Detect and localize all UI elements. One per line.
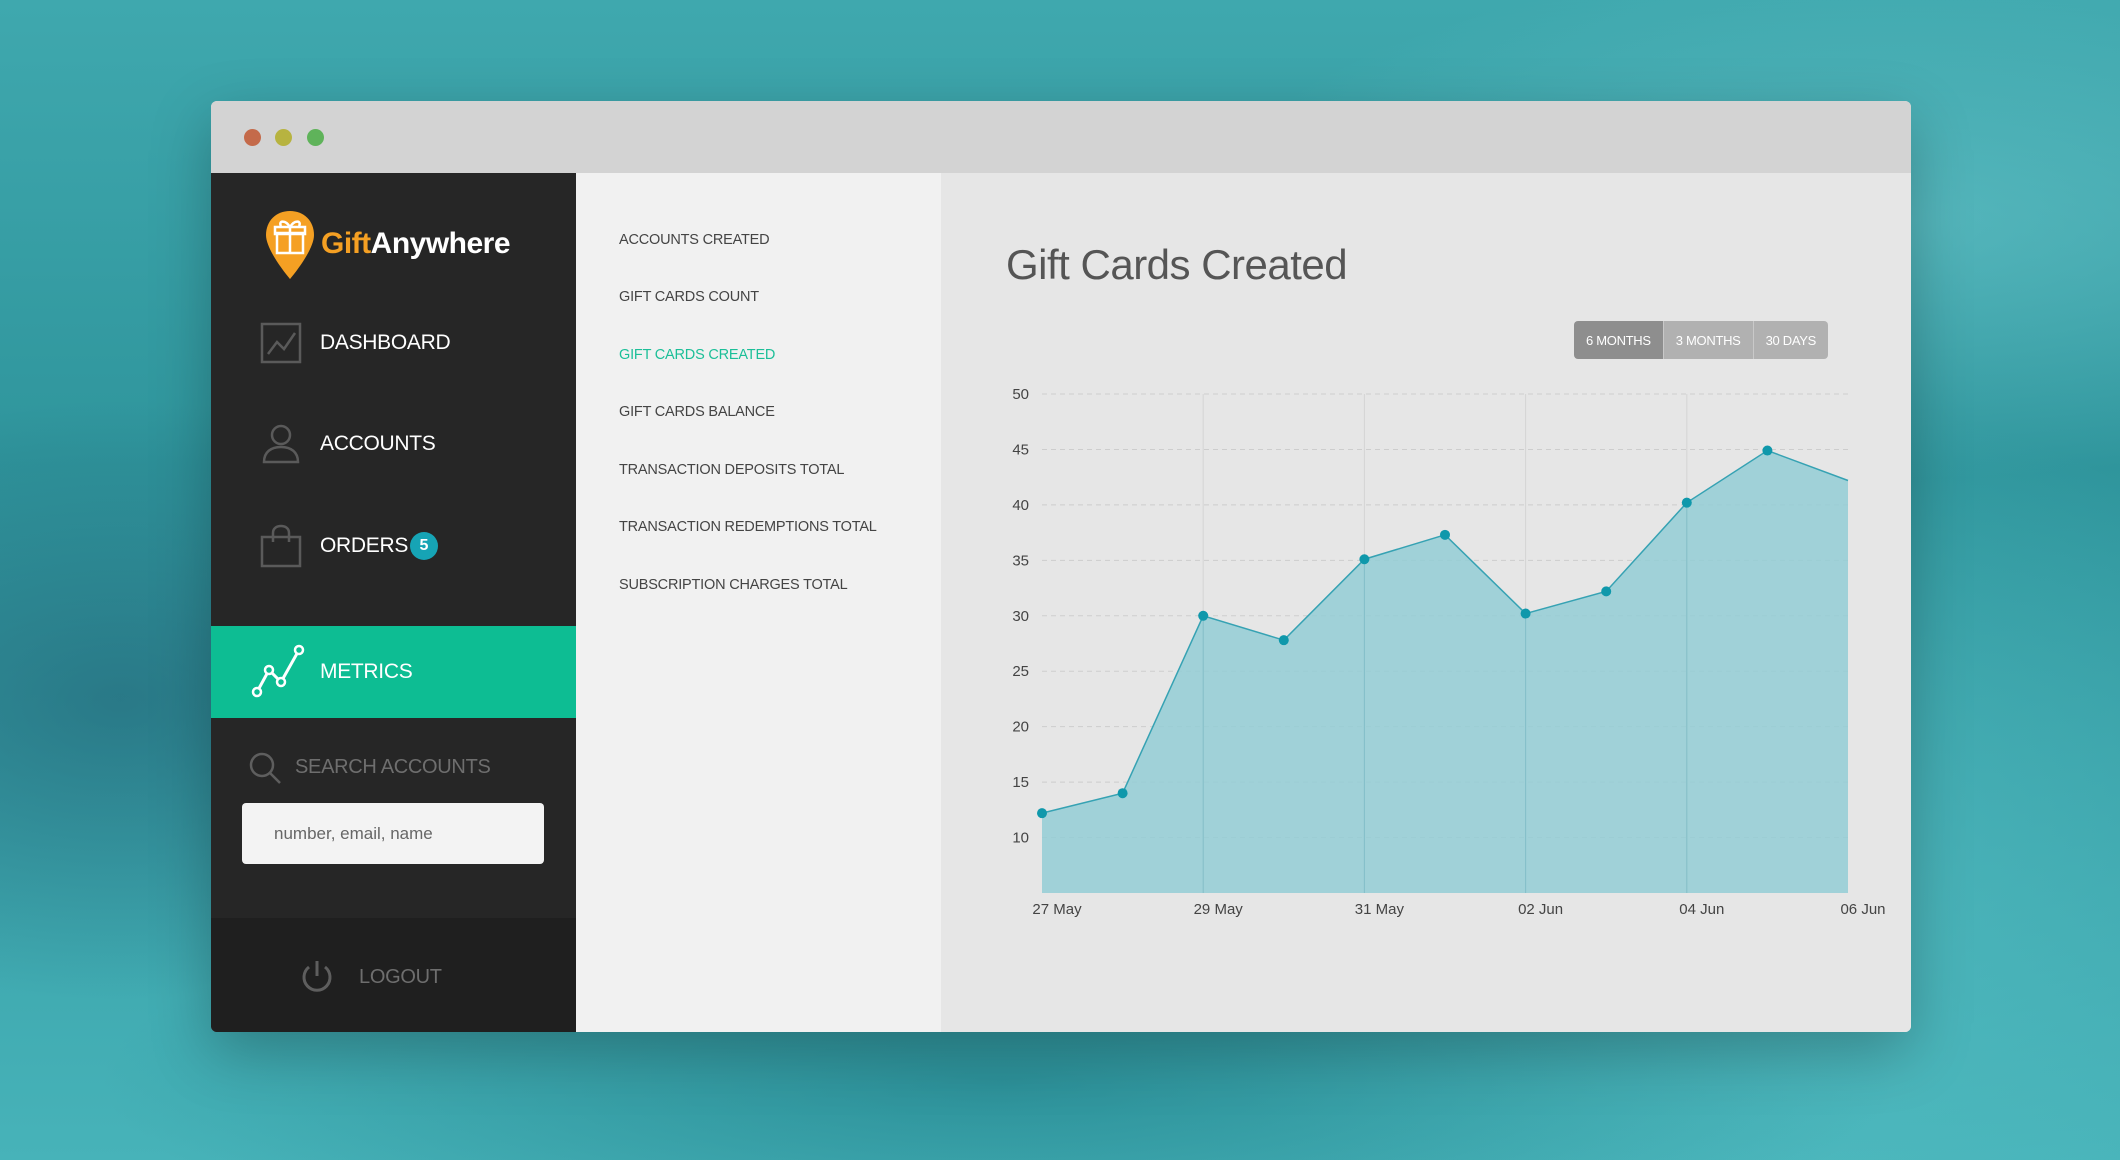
submenu-item-gift-cards-count[interactable]: GIFT CARDS COUNT [619,289,759,305]
y-tick-label: 30 [1012,608,1029,625]
sidebar-item-label: DASHBOARD [320,331,451,354]
minimize-window-button[interactable] [275,129,292,146]
x-tick-label: 31 May [1355,901,1405,918]
sidebar-item-label: METRICS [320,660,413,683]
data-point [1278,635,1289,646]
range-30-days-button[interactable]: 30 DAYS [1752,321,1828,359]
title-bar [211,101,1911,173]
data-point [1440,529,1450,540]
y-tick-label: 15 [1012,774,1029,791]
y-tick-label: 35 [1012,552,1029,569]
submenu-item-gift-cards-created[interactable]: GIFT CARDS CREATED [619,347,775,363]
submenu-item-accounts-created[interactable]: ACCOUNTS CREATED [619,232,770,248]
x-tick-label: 06 Jun [1840,901,1885,918]
y-tick-label: 20 [1012,719,1029,736]
sidebar-item-label: ACCOUNTS [320,432,436,455]
data-point [1359,554,1370,565]
x-tick-label: 04 Jun [1679,901,1724,918]
sidebar-item-metrics[interactable]: METRICS [211,626,576,718]
x-tick-label: 27 May [1032,901,1082,918]
maximize-window-button[interactable] [307,129,324,146]
range-6-months-button[interactable]: 6 MONTHS [1574,321,1663,359]
submenu-item-transaction-redemptions-total[interactable]: TRANSACTION REDEMPTIONS TOTAL [619,519,877,535]
search-accounts-input[interactable] [242,803,544,864]
logout-label: LOGOUT [359,966,442,988]
y-tick-label: 50 [1012,386,1029,403]
y-tick-label: 10 [1012,830,1029,847]
data-point [1601,586,1612,597]
gift-cards-created-chart: 10 15 20 25 30 35 40 45 50 27 May 29 May 31 May 02 J… [1012,386,1885,918]
sidebar-item-orders[interactable]: ORDERS 5 [211,500,576,592]
data-point [1520,608,1531,619]
orders-count-badge: 5 [410,532,438,560]
submenu-item-transaction-deposits-total[interactable]: TRANSACTION DEPOSITS TOTAL [619,462,844,478]
shopping-bag-icon [260,524,302,568]
data-point [1681,497,1692,508]
logout-button[interactable]: LOGOUT [211,918,576,1032]
sidebar-item-dashboard[interactable]: DASHBOARD [211,297,576,389]
submenu-item-subscription-charges-total[interactable]: SUBSCRIPTION CHARGES TOTAL [619,577,848,593]
sidebar: GiftAnywhere DASHBOARD ACCOUNTS ORDERS 5 [211,173,576,1032]
search-icon [249,752,281,784]
metrics-submenu: ACCOUNTS CREATED GIFT CARDS COUNT GIFT C… [576,173,941,1032]
brand-name: GiftAnywhere [321,227,511,260]
gift-pin-icon [266,211,314,279]
submenu-item-gift-cards-balance[interactable]: GIFT CARDS BALANCE [619,404,775,420]
brand-logo[interactable]: GiftAnywhere [263,209,523,283]
dashboard-chart-icon [260,322,302,364]
time-range-selector: 6 MONTHS 3 MONTHS 30 DAYS [1574,321,1828,359]
page-title: Gift Cards Created [1006,241,1348,288]
series-area [1042,450,1848,893]
metrics-line-icon [251,644,305,698]
data-point [1762,445,1773,456]
power-icon [302,961,332,992]
y-tick-label: 45 [1012,441,1029,458]
x-tick-label: 29 May [1194,901,1244,918]
y-tick-label: 25 [1012,663,1029,680]
close-window-button[interactable] [244,129,261,146]
app-window: GiftAnywhere DASHBOARD ACCOUNTS ORDERS 5 [211,101,1911,1032]
sidebar-item-accounts[interactable]: ACCOUNTS [211,398,576,490]
data-point [1198,610,1209,621]
range-3-months-button[interactable]: 3 MONTHS [1662,321,1753,359]
y-tick-label: 40 [1012,497,1029,514]
metrics-content: Gift Cards Created 6 MONTHS 3 MONTHS 30 … [941,173,1911,1032]
data-point [1037,808,1047,819]
x-tick-label: 02 Jun [1518,901,1563,918]
search-accounts-title: SEARCH ACCOUNTS [295,756,491,778]
user-icon [262,424,300,464]
data-point [1117,788,1128,799]
sidebar-item-label: ORDERS [320,534,409,557]
